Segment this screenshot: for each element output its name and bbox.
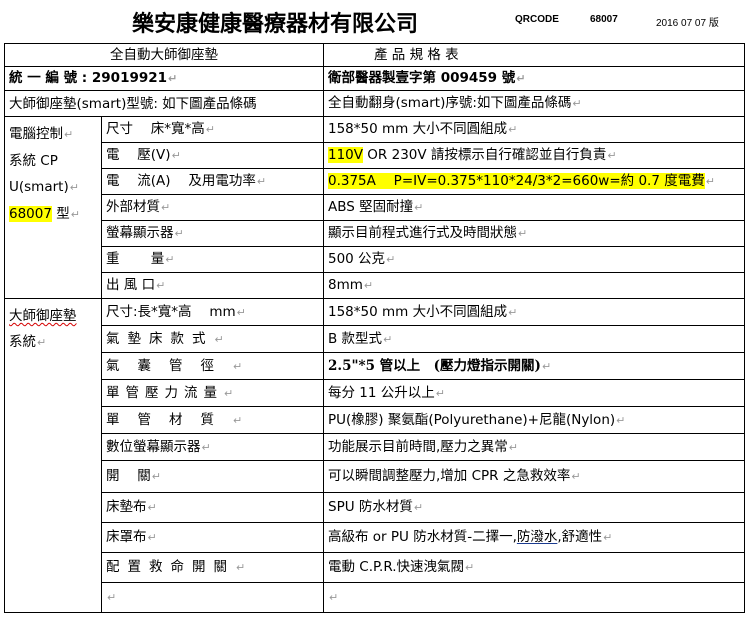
spec-value: ↵ <box>323 582 745 613</box>
spec-row: 開 關↵ 可以瞬間調整壓力,增加 CPR 之急救效率↵ <box>5 460 745 493</box>
model-left: 大師御座墊(smart)型號: 如下圖產品條碼 <box>4 90 324 117</box>
product-number: 68007 <box>590 14 618 25</box>
spec-value: 0.375A P=IV=0.375*110*24/3*2=660w=約 0.7 … <box>323 168 745 195</box>
spec-label: 電 壓(V)↵ <box>101 142 324 169</box>
spec-row: 氣囊管徑↵ 2.5"*5 管以上 (壓力燈指示開關)↵ <box>5 352 745 380</box>
spec-label: 出 風 口↵ <box>101 272 324 299</box>
spec-label: 電 流(A) 及用電功率↵ <box>101 168 324 195</box>
spec-label: 尺寸:長*寬*高 mm↵ <box>101 298 324 326</box>
spec-value: 每分 11 公升以上↵ <box>323 379 745 407</box>
license-number: 衛部醫器製壹字第 009459 號↵ <box>323 66 745 91</box>
model-right: 全自動翻身(smart)序號:如下圖產品條碼↵ <box>323 90 745 117</box>
spec-row: 出 風 口↵ 8mm↵ <box>5 272 745 299</box>
spec-label: 螢幕顯示器↵ <box>101 220 324 247</box>
spec-value: 2.5"*5 管以上 (壓力燈指示開關)↵ <box>323 352 745 380</box>
spec-row: 單管壓力流量↵ 每分 11 公升以上↵ <box>5 379 745 407</box>
spec-value: 8mm↵ <box>323 272 745 299</box>
spec-label: 床墊布↵ <box>101 492 324 523</box>
unified-number: 統 一 編 號 : 29019921↵ <box>4 66 324 91</box>
group-label-control: 電腦控制↵ 系統 CP U(smart)↵ 68007 型↵ <box>4 116 102 299</box>
company-name: 樂安康健康醫療器材有限公司 <box>132 11 419 37</box>
spec-row: 床墊布↵ SPU 防水材質↵ <box>5 492 745 523</box>
title-left: 全自動大師御座墊 <box>4 43 324 67</box>
title-row: 全自動大師御座墊 產 品 規 格 表 <box>4 43 745 67</box>
spec-row-empty: ↵ ↵ <box>5 582 745 613</box>
id-row: 統 一 編 號 : 29019921↵ 衛部醫器製壹字第 009459 號↵ <box>4 66 745 91</box>
spec-label: 外部材質↵ <box>101 194 324 221</box>
spec-value: 電動 C.P.R.快速洩氣閥↵ <box>323 552 745 583</box>
spec-label: 重 量↵ <box>101 246 324 273</box>
spec-row: 單管材質↵ PU(橡膠) 聚氨酯(Polyurethane)+尼龍(Nylon)… <box>5 406 745 434</box>
spec-label: 床罩布↵ <box>101 522 324 553</box>
spec-label: 氣墊床款式↵ <box>101 325 324 353</box>
document-header: 樂安康健康醫療器材有限公司 QRCODE 68007 2016 07 07 版 <box>0 0 747 42</box>
spec-label: 單管壓力流量↵ <box>101 379 324 407</box>
spec-value: 功能展示目前時間,壓力之異常↵ <box>323 433 745 461</box>
title-right: 產 品 規 格 表 <box>323 43 745 67</box>
spec-row: 電腦控制↵ 系統 CP U(smart)↵ 68007 型↵ 尺寸 床*寬*高↵… <box>4 116 745 299</box>
spec-row: 數位螢幕顯示器↵ 功能展示目前時間,壓力之異常↵ <box>5 433 745 461</box>
group-label-cushion: 大師御座墊 系統↵ <box>4 298 102 613</box>
spec-row: 外部材質↵ ABS 堅固耐撞↵ <box>5 194 745 221</box>
spec-value: 500 公克↵ <box>323 246 745 273</box>
spec-label: 氣囊管徑↵ <box>101 352 324 380</box>
spec-row: 床罩布↵ 高級布 or PU 防水材質-二擇一,防潑水,舒適性↵ <box>5 522 745 553</box>
model-row: 大師御座墊(smart)型號: 如下圖產品條碼 全自動翻身(smart)序號:如… <box>4 90 745 117</box>
spec-value: PU(橡膠) 聚氨酯(Polyurethane)+尼龍(Nylon)↵ <box>323 406 745 434</box>
spec-label: ↵ <box>101 582 324 613</box>
spec-row: 配置救命開關↵ 電動 C.P.R.快速洩氣閥↵ <box>5 552 745 583</box>
spec-value: 顯示目前程式進行式及時間狀態↵ <box>323 220 745 247</box>
spec-value: 158*50 mm 大小不同圓組成↵ <box>323 116 745 143</box>
spec-row: 重 量↵ 500 公克↵ <box>5 246 745 273</box>
spec-label: 單管材質↵ <box>101 406 324 434</box>
version-date: 2016 07 07 版 <box>656 18 719 29</box>
spec-label: 尺寸 床*寬*高↵ <box>101 116 324 143</box>
spec-value: SPU 防水材質↵ <box>323 492 745 523</box>
spec-value: 110V OR 230V 請按標示自行確認並自行負責↵ <box>323 142 745 169</box>
spec-value: ABS 堅固耐撞↵ <box>323 194 745 221</box>
spec-label: 配置救命開關↵ <box>101 552 324 583</box>
spec-value: 158*50 mm 大小不同圓組成↵ <box>323 298 745 326</box>
spec-value: 高級布 or PU 防水材質-二擇一,防潑水,舒適性↵ <box>323 522 745 553</box>
spec-row: 電 壓(V)↵ 110V OR 230V 請按標示自行確認並自行負責↵ <box>5 142 745 169</box>
spec-row: 螢幕顯示器↵ 顯示目前程式進行式及時間狀態↵ <box>5 220 745 247</box>
qrcode-label: QRCODE <box>515 14 559 25</box>
spec-value: 可以瞬間調整壓力,增加 CPR 之急救效率↵ <box>323 460 745 493</box>
spec-row: 大師御座墊 系統↵ 尺寸:長*寬*高 mm↵ 158*50 mm 大小不同圓組成… <box>4 298 745 613</box>
spec-label: 數位螢幕顯示器↵ <box>101 433 324 461</box>
spec-row: 電 流(A) 及用電功率↵ 0.375A P=IV=0.375*110*24/3… <box>5 168 745 195</box>
spec-row: 氣墊床款式↵ B 款型式↵ <box>5 325 745 353</box>
spec-value: B 款型式↵ <box>323 325 745 353</box>
spec-table: 全自動大師御座墊 產 品 規 格 表 統 一 編 號 : 29019921↵ 衛… <box>4 43 745 613</box>
spec-label: 開 關↵ <box>101 460 324 493</box>
